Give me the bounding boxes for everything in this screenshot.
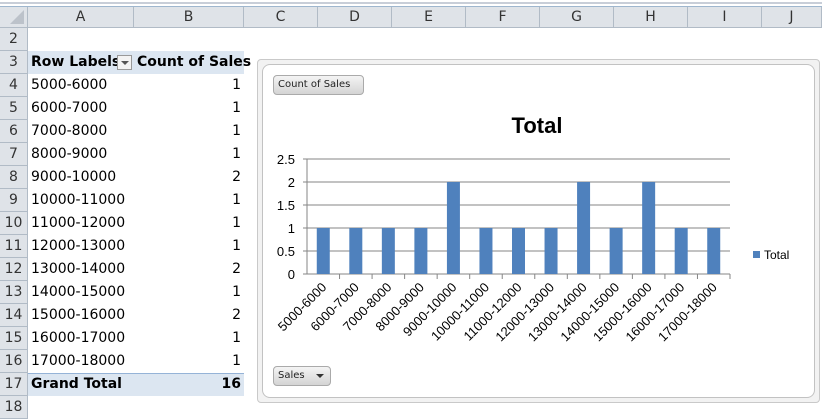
y-tick-label: 2.5: [277, 152, 295, 167]
bar[interactable]: [544, 228, 558, 274]
legend-swatch: [753, 251, 760, 258]
legend-label: Total: [764, 248, 789, 262]
y-tick-label: 1.5: [277, 198, 295, 213]
y-tick-label: 2: [288, 175, 295, 190]
y-tick-label: 0.5: [277, 244, 295, 259]
bar[interactable]: [707, 228, 721, 274]
bar[interactable]: [479, 228, 493, 274]
bar[interactable]: [512, 228, 525, 274]
y-tick-label: 0: [288, 267, 295, 282]
chart-title: Total: [512, 113, 563, 138]
bar[interactable]: [381, 228, 395, 274]
bar[interactable]: [446, 182, 460, 274]
y-tick-label: 1: [288, 221, 295, 236]
bar[interactable]: [414, 228, 428, 274]
bar[interactable]: [642, 182, 656, 274]
bar[interactable]: [609, 228, 623, 274]
bar[interactable]: [674, 228, 688, 274]
bar[interactable]: [349, 228, 363, 274]
bar[interactable]: [316, 228, 330, 274]
chart-plot: Total 00.511.522.55000-60006000-70007000…: [275, 113, 790, 344]
bar[interactable]: [577, 182, 591, 274]
